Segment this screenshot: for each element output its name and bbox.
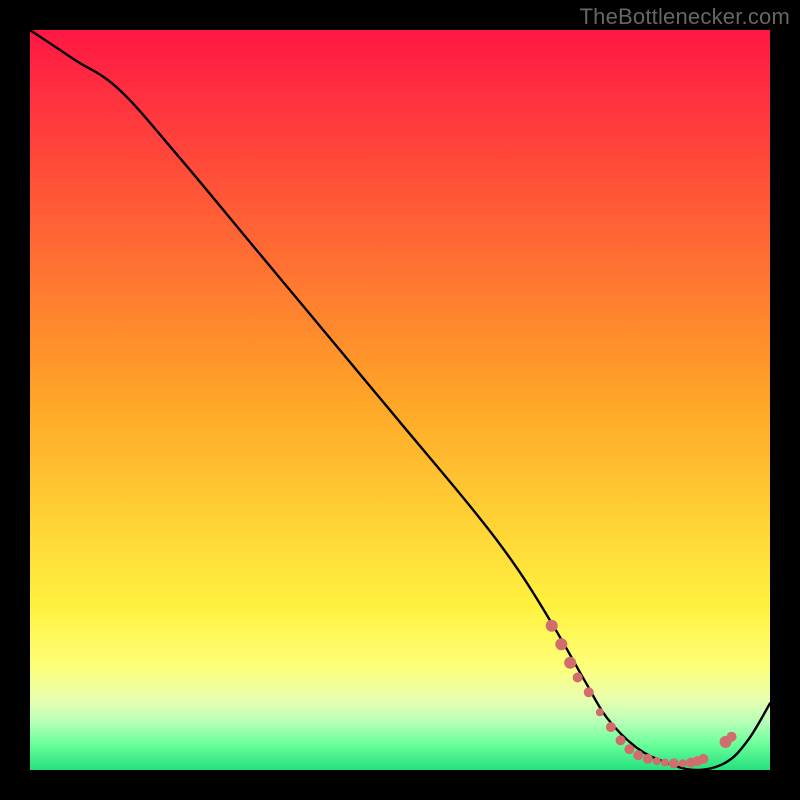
scatter-dot (624, 744, 634, 754)
gradient-background (30, 30, 770, 770)
watermark-text: TheBottlenecker.com (580, 4, 790, 30)
scatter-dot (653, 757, 661, 765)
scatter-dot (564, 657, 576, 669)
scatter-dot (546, 620, 558, 632)
scatter-dot (606, 722, 616, 732)
scatter-dot (555, 638, 567, 650)
plot-area (30, 30, 770, 770)
scatter-dot (698, 754, 708, 764)
chart-stage: TheBottlenecker.com (0, 0, 800, 800)
scatter-dot (596, 708, 604, 716)
scatter-dot (633, 750, 643, 760)
scatter-dot (573, 673, 583, 683)
scatter-dot (584, 687, 594, 697)
scatter-dot (727, 732, 737, 742)
scatter-dot (643, 754, 653, 764)
scatter-dot (669, 758, 679, 768)
scatter-dot (616, 735, 626, 745)
scatter-dot (661, 759, 669, 767)
scatter-dot (679, 759, 687, 767)
chart-svg (30, 30, 770, 770)
